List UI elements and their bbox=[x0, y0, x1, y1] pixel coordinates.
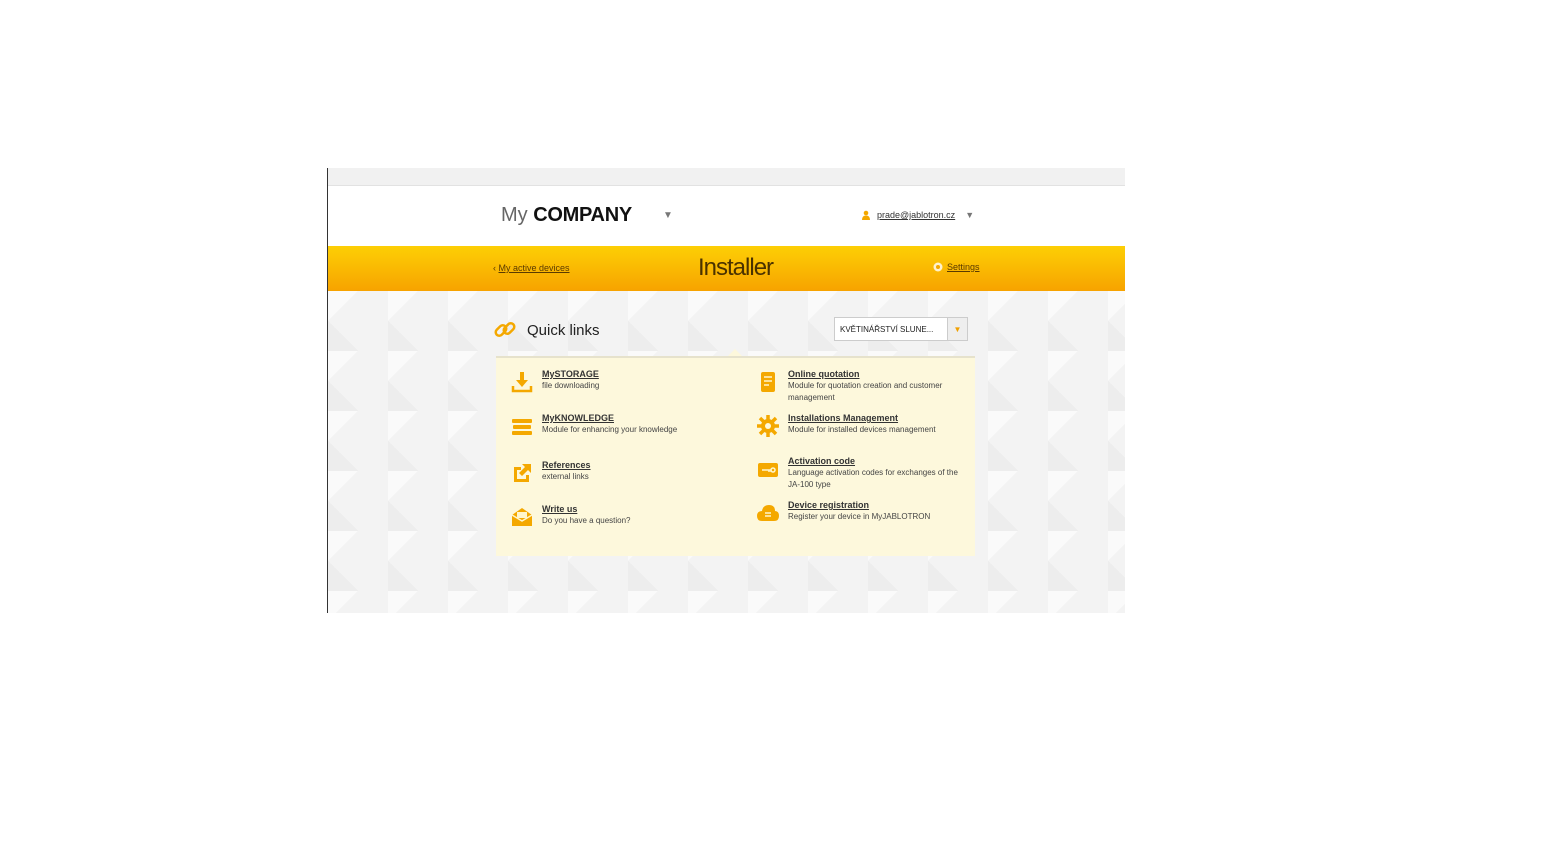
main-content: Quick links KVĚTINÁŘSTVÍ SLUNE... ▼ MyST… bbox=[328, 291, 1125, 613]
online-quotation-link[interactable]: Online quotation bbox=[788, 368, 968, 380]
user-email-link[interactable]: prade@jablotron.cz bbox=[877, 210, 955, 220]
link-icon bbox=[494, 321, 516, 338]
list-item: Activation code Language activation code… bbox=[756, 455, 968, 491]
online-quotation-desc: Module for quotation creation and custom… bbox=[788, 381, 943, 402]
external-link-icon bbox=[514, 464, 531, 482]
device-registration-desc: Register your device in MyJABLOTRON bbox=[788, 512, 931, 521]
device-registration-link[interactable]: Device registration bbox=[788, 499, 968, 511]
quick-links-panel: MySTORAGE file downloading Online quotat… bbox=[496, 356, 975, 556]
user-icon bbox=[862, 210, 870, 220]
my-active-devices-link[interactable]: My active devices bbox=[499, 263, 570, 273]
logo-company: COMPANY bbox=[533, 204, 632, 226]
logo[interactable]: My COMPANY bbox=[501, 204, 632, 227]
device-select[interactable]: KVĚTINÁŘSTVÍ SLUNE... ▼ bbox=[834, 317, 968, 341]
write-us-desc: Do you have a question? bbox=[542, 516, 631, 525]
logo-my: My bbox=[501, 204, 528, 226]
back-link[interactable]: ‹ My active devices bbox=[493, 263, 570, 273]
list-item: MyKNOWLEDGE Module for enhancing your kn… bbox=[510, 412, 722, 438]
device-select-value: KVĚTINÁŘSTVÍ SLUNE... bbox=[840, 324, 934, 334]
list-item: Installations Management Module for inst… bbox=[756, 412, 968, 438]
quick-links-heading: Quick links bbox=[493, 318, 600, 342]
list-item: Device registration Register your device… bbox=[756, 499, 968, 525]
user-menu[interactable]: prade@jablotron.cz ▼ bbox=[861, 210, 974, 220]
installations-management-desc: Module for installed devices management bbox=[788, 425, 936, 434]
list-item: References external links bbox=[510, 459, 722, 485]
header: My COMPANY ▼ prade@jablotron.cz ▼ bbox=[328, 186, 1125, 246]
list-item: Online quotation Module for quotation cr… bbox=[756, 368, 968, 404]
list-item: MySTORAGE file downloading bbox=[510, 368, 722, 394]
download-icon bbox=[511, 372, 533, 393]
write-us-link[interactable]: Write us bbox=[542, 503, 722, 515]
references-link[interactable]: References bbox=[542, 459, 722, 471]
mystorage-desc: file downloading bbox=[542, 381, 600, 390]
mystorage-link[interactable]: MySTORAGE bbox=[542, 368, 722, 380]
browser-viewport: My COMPANY ▼ prade@jablotron.cz ▼ ‹ My a… bbox=[327, 168, 1125, 613]
activation-code-desc: Language activation codes for exchanges … bbox=[788, 468, 958, 489]
activation-code-link[interactable]: Activation code bbox=[788, 455, 968, 467]
references-desc: external links bbox=[542, 472, 589, 481]
list-item: Write us Do you have a question? bbox=[510, 503, 722, 529]
document-icon bbox=[761, 372, 775, 392]
settings-link[interactable]: Settings bbox=[933, 262, 980, 272]
quick-links-title: Quick links bbox=[527, 321, 600, 339]
settings-label[interactable]: Settings bbox=[947, 262, 980, 272]
top-strip bbox=[328, 168, 1125, 186]
myknowledge-desc: Module for enhancing your knowledge bbox=[542, 425, 678, 434]
myknowledge-link[interactable]: MyKNOWLEDGE bbox=[542, 412, 722, 424]
cloud-icon bbox=[757, 505, 779, 521]
mail-icon bbox=[511, 508, 533, 526]
company-dropdown-icon[interactable]: ▼ bbox=[663, 210, 673, 221]
page-title: Installer bbox=[698, 254, 774, 281]
installations-management-link[interactable]: Installations Management bbox=[788, 412, 968, 424]
gear-icon bbox=[757, 415, 779, 437]
settings-icon bbox=[933, 262, 943, 272]
key-icon bbox=[758, 463, 778, 477]
section-bar: ‹ My active devices Installer Settings bbox=[328, 246, 1125, 291]
panel-notch bbox=[728, 349, 742, 356]
books-icon bbox=[512, 419, 532, 435]
user-dropdown-icon[interactable]: ▼ bbox=[965, 210, 974, 220]
chevron-down-icon[interactable]: ▼ bbox=[947, 318, 967, 340]
